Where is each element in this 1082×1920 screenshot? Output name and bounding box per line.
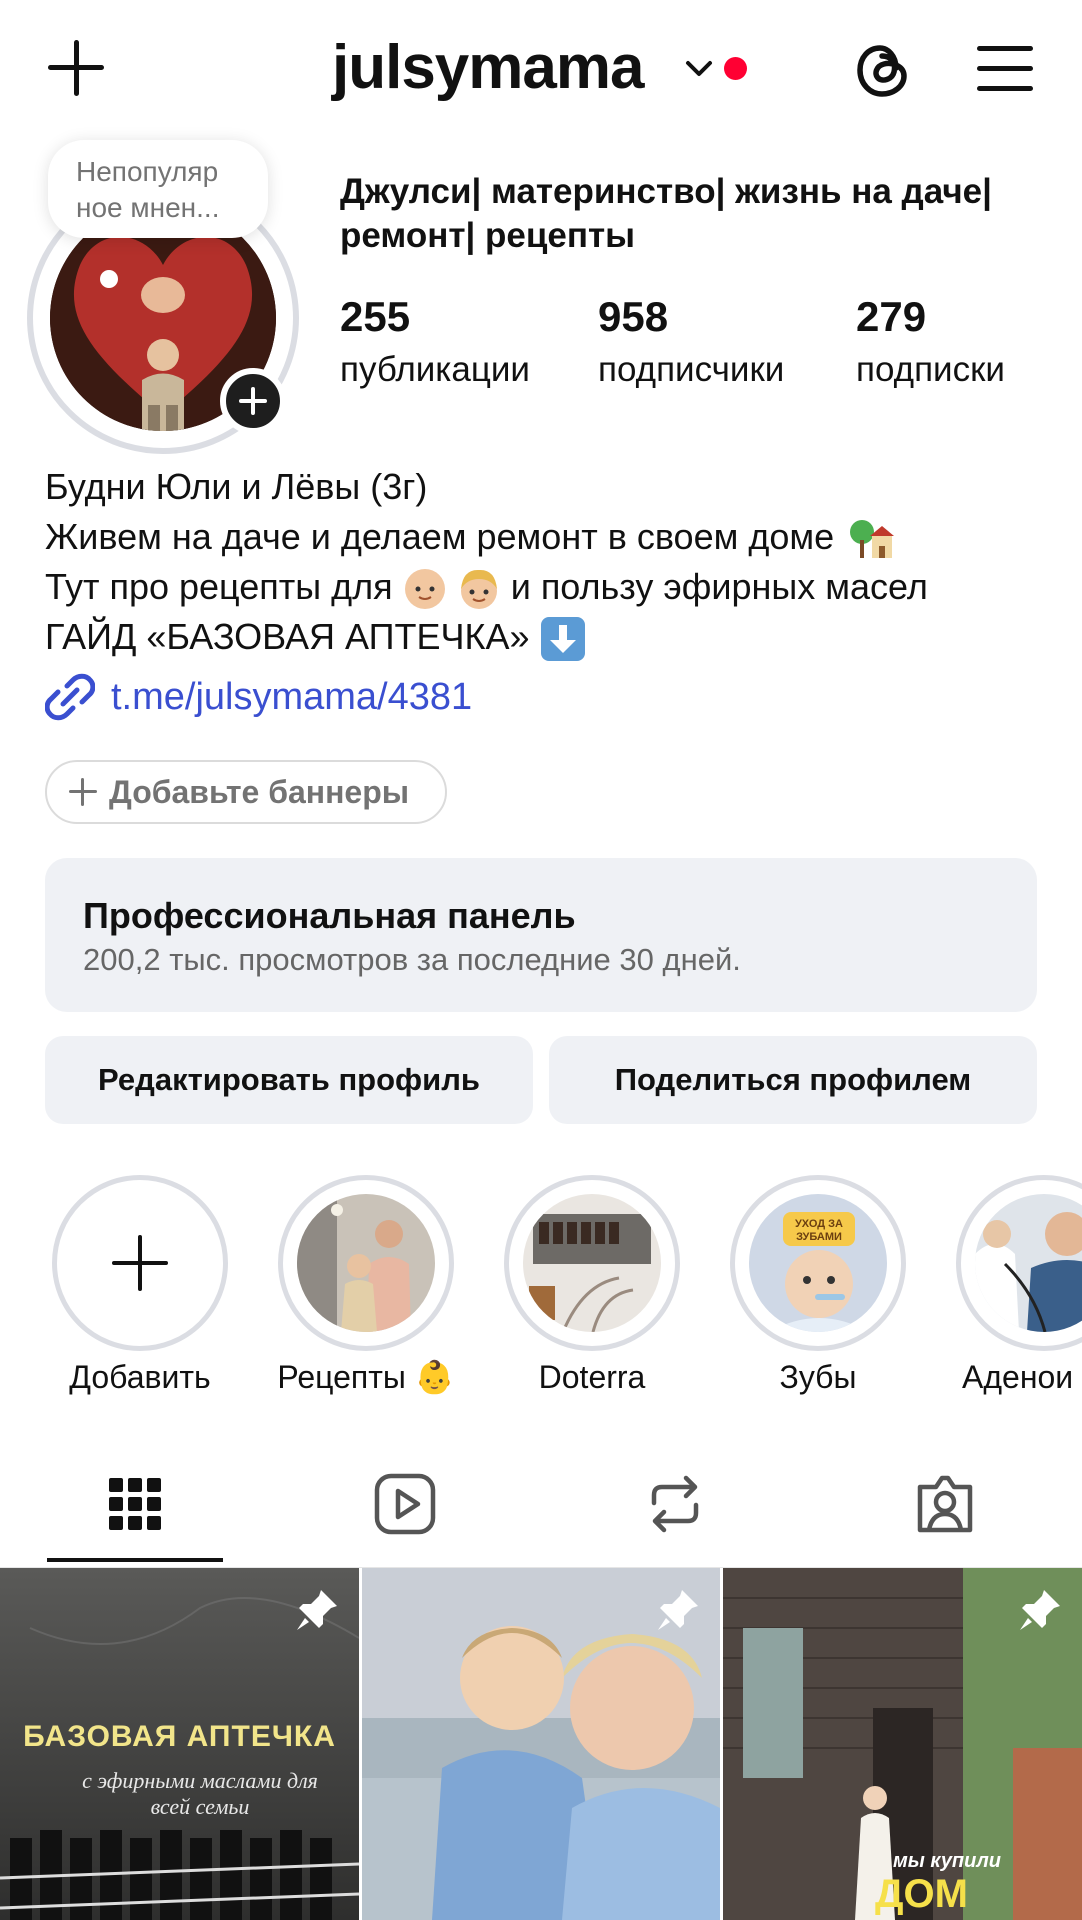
bio-link[interactable]: t.me/julsymama/4381	[45, 672, 472, 722]
highlight-ring	[956, 1175, 1082, 1351]
highlight-ring	[52, 1175, 228, 1351]
tagged-icon	[917, 1475, 973, 1533]
grid-icon	[109, 1478, 161, 1530]
add-banners-label: Добавьте баннеры	[109, 773, 410, 810]
post-subtitle: с эфирными маслами для всей семьи	[82, 1768, 318, 1819]
profile-screen: julsymama Непопуляр ное мнен... Джулси| …	[0, 0, 1082, 1920]
link-icon	[45, 673, 95, 721]
link-text[interactable]: t.me/julsymama/4381	[111, 676, 472, 719]
threads-icon[interactable]	[852, 38, 912, 102]
menu-icon[interactable]	[977, 46, 1033, 92]
highlight-label: Добавить	[69, 1359, 211, 1395]
reposts-icon	[651, 1475, 699, 1533]
post-caption-big: ДОМ	[875, 1872, 968, 1916]
full-name: Джулси| материнство| жизнь на даче| ремо…	[340, 172, 992, 255]
highlight-ring	[504, 1175, 680, 1351]
highlight-add[interactable]: Добавить	[52, 1175, 228, 1395]
stat-label: публикации	[340, 350, 530, 389]
down-arrow-icon	[540, 617, 585, 662]
house-with-garden-icon	[850, 520, 895, 559]
post-tile-2[interactable]	[362, 1568, 720, 1920]
bio-line: Тут про рецепты для и пользу эфирных мас…	[45, 562, 1055, 612]
chevron-down-icon[interactable]	[682, 52, 716, 86]
pin-icon	[658, 1590, 698, 1630]
tab-tagged[interactable]	[810, 1440, 1080, 1568]
plus-icon[interactable]	[46, 38, 106, 98]
stat-posts[interactable]: 255 публикации	[340, 293, 530, 393]
top-bar: julsymama	[0, 0, 1082, 140]
edit-profile-button[interactable]: Редактировать профиль	[45, 1036, 533, 1124]
add-banners-button[interactable]: Добавьте баннеры	[45, 760, 447, 824]
highlight-doterra[interactable]: Doterra	[504, 1175, 680, 1395]
bio-text: ГАЙД «БАЗОВАЯ АПТЕЧКА»	[45, 616, 530, 657]
stat-following[interactable]: 279 подписки	[856, 293, 1005, 393]
add-story-button[interactable]	[220, 368, 286, 434]
post-title: БАЗОВАЯ АПТЕЧКА	[23, 1720, 336, 1753]
stat-label: подписки	[856, 350, 1005, 389]
bio-text: Живем на даче и делаем ремонт в своем до…	[45, 516, 835, 557]
note-bubble-tail	[100, 270, 118, 288]
highlight-ring	[278, 1175, 454, 1351]
highlight-label: Аденои	[962, 1359, 1074, 1395]
pro-panel-title: Профессиональная панель	[83, 895, 576, 936]
bio-text: и пользу эфирных масел	[510, 566, 928, 607]
post-caption-small: мы купили	[893, 1850, 1002, 1872]
plus-icon	[112, 1235, 168, 1291]
highlight-cover	[975, 1194, 1082, 1332]
stat-count: 279	[856, 293, 927, 340]
highlight-cover: УХОД ЗА ЗУБАМИ	[749, 1194, 887, 1332]
note-text: Непопуляр ное мнен...	[76, 156, 220, 223]
reels-icon	[374, 1473, 436, 1535]
post-tile-1[interactable]: БАЗОВАЯ АПТЕЧКА с эфирными маслами для в…	[0, 1568, 359, 1920]
tab-reposts[interactable]	[540, 1440, 810, 1568]
girl-icon	[460, 570, 497, 610]
highlight-label: Зубы	[779, 1359, 857, 1395]
stat-label: подписчики	[598, 350, 785, 389]
highlight-teeth[interactable]: УХОД ЗА ЗУБАМИ Зубы	[730, 1175, 906, 1395]
professional-dashboard[interactable]: Профессиональная панель 200,2 тыс. просм…	[45, 858, 1037, 1012]
highlight-cover	[523, 1194, 661, 1332]
highlight-recipes[interactable]: Рецепты 👶	[277, 1175, 455, 1395]
share-profile-button[interactable]: Поделиться профилем	[549, 1036, 1037, 1124]
svg-text:УХОД ЗА: УХОД ЗА	[795, 1218, 843, 1230]
pin-icon	[297, 1590, 337, 1630]
highlight-ring: УХОД ЗА ЗУБАМИ	[730, 1175, 906, 1351]
highlight-cover	[297, 1194, 435, 1332]
bio-text: Тут про рецепты для	[45, 566, 393, 607]
highlight-label: Рецепты 👶	[277, 1359, 455, 1395]
pin-icon	[1020, 1590, 1060, 1630]
note-bubble[interactable]: Непопуляр ное мнен...	[48, 140, 268, 238]
stat-count: 255	[340, 293, 411, 340]
profile-tabs	[0, 1440, 1082, 1568]
highlight-adenoids[interactable]: Аденои	[956, 1175, 1082, 1395]
post-tile-3[interactable]: мы купили ДОМ	[723, 1568, 1082, 1920]
svg-text:ЗУБАМИ: ЗУБАМИ	[796, 1231, 842, 1243]
stat-followers[interactable]: 958 подписчики	[598, 293, 784, 393]
notification-dot	[724, 57, 747, 80]
plus-icon	[69, 778, 97, 806]
bio-line: Живем на даче и делаем ремонт в своем до…	[45, 512, 1055, 562]
stat-count: 958	[598, 293, 669, 340]
tab-grid[interactable]	[0, 1440, 270, 1568]
bio: Будни Юли и Лёвы (3г) Живем на даче и де…	[45, 462, 1055, 662]
bio-line: Будни Юли и Лёвы (3г)	[45, 466, 428, 507]
tab-reels[interactable]	[270, 1440, 540, 1568]
pro-panel-subtitle: 200,2 тыс. просмотров за последние 30 дн…	[83, 942, 741, 977]
baby-icon	[404, 569, 445, 610]
active-tab-indicator	[47, 1558, 223, 1562]
highlight-label: Doterra	[538, 1359, 646, 1395]
username-title[interactable]: julsymama	[332, 32, 645, 103]
bio-line: ГАЙД «БАЗОВАЯ АПТЕЧКА»	[45, 612, 1055, 662]
